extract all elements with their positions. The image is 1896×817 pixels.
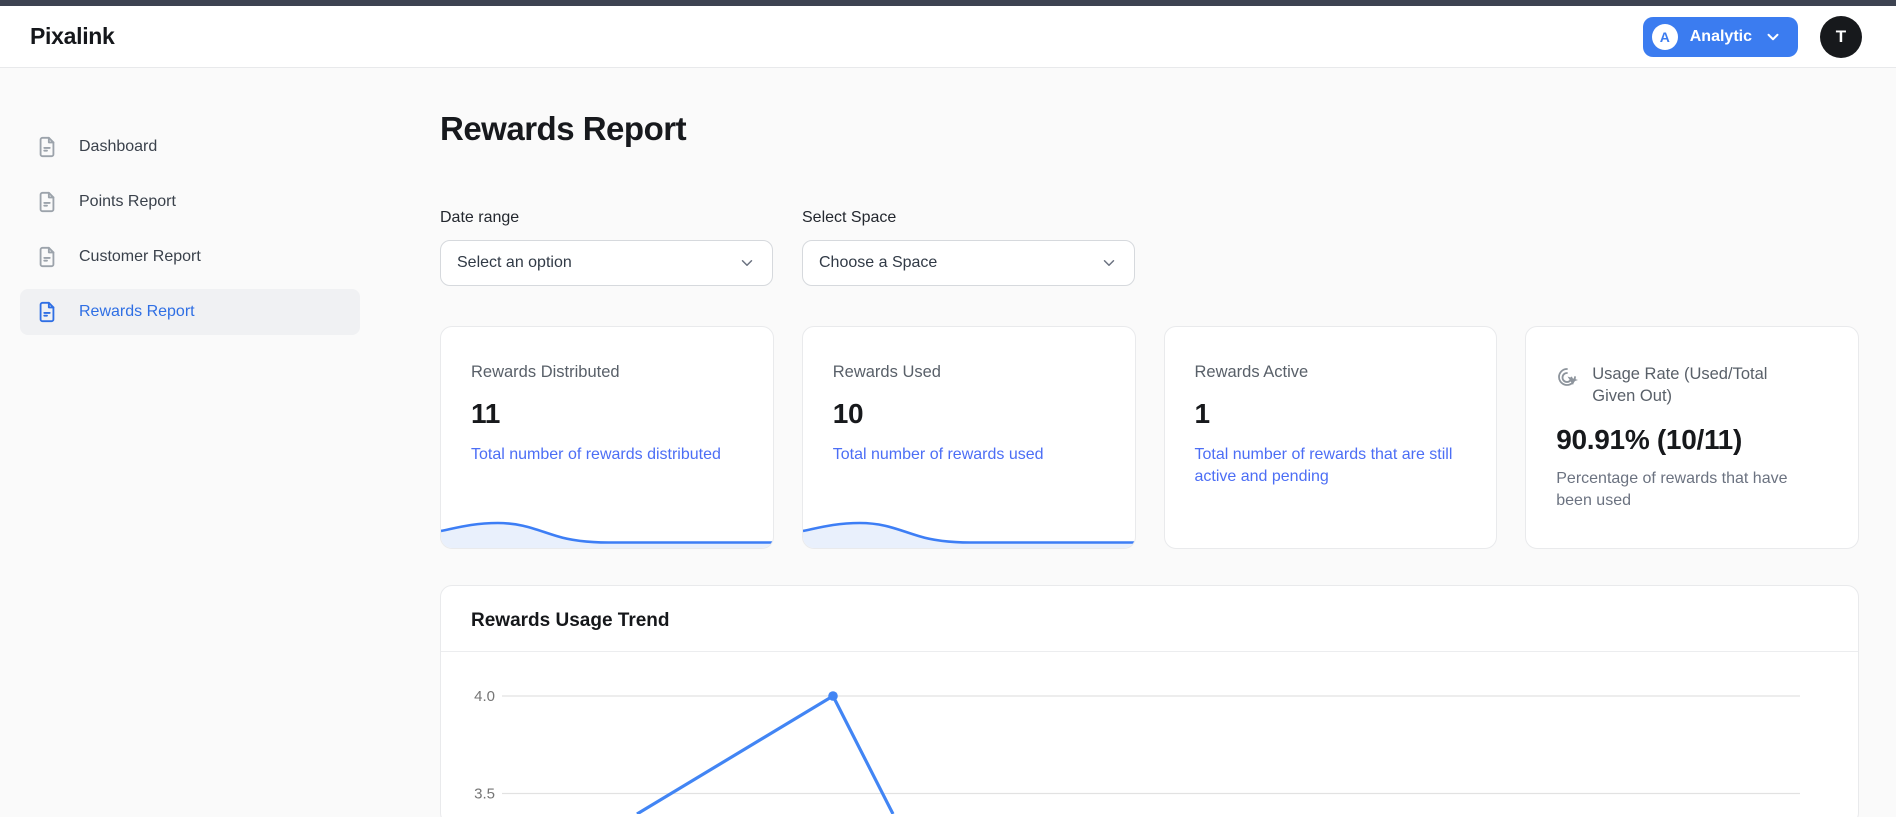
workspace-switcher-button[interactable]: A Analytic (1642, 16, 1798, 57)
stat-value: 10 (832, 398, 864, 429)
header-right-group: A Analytic T (1642, 15, 1862, 58)
user-avatar[interactable]: T (1820, 15, 1862, 58)
stat-description: Total number of rewards distributed (471, 446, 721, 463)
date-range-value: Select an option (457, 254, 572, 271)
app-header: Pixalink A Analytic T (0, 6, 1896, 68)
cursor-click-icon (1556, 365, 1580, 389)
stat-label: Rewards Distributed (471, 363, 620, 381)
chevron-down-icon (738, 254, 756, 272)
sidebar-item-label: Customer Report (79, 248, 201, 265)
stat-label: Rewards Used (832, 363, 941, 381)
stat-card-rewards-active: Rewards Active 1 Total number of rewards… (1163, 326, 1498, 549)
space-select[interactable]: Choose a Space (802, 240, 1135, 286)
sidebar-item-label: Rewards Report (79, 303, 195, 320)
brand-logo: Pixalink (30, 23, 115, 49)
date-range-select[interactable]: Select an option (440, 240, 773, 286)
document-icon (36, 191, 58, 213)
stat-cards-row: Rewards Distributed 11 Total number of r… (440, 326, 1859, 549)
sidebar-item-rewards-report[interactable]: Rewards Report (20, 289, 360, 335)
date-range-filter: Date range Select an option (440, 209, 773, 286)
sidebar-item-customer-report[interactable]: Customer Report (20, 234, 360, 280)
workspace-initial-badge: A (1651, 23, 1678, 50)
sparkline-chart (441, 521, 773, 548)
stat-card-rewards-used: Rewards Used 10 Total number of rewards … (801, 326, 1136, 549)
main-content: Rewards Report Date range Select an opti… (380, 68, 1896, 817)
y-tick-3_5: 3.5 (474, 786, 495, 803)
stat-label: Rewards Active (1194, 363, 1309, 381)
stat-description: Total number of rewards used (832, 446, 1044, 463)
space-label: Select Space (802, 209, 897, 226)
chevron-down-icon (1100, 254, 1118, 272)
sparkline-chart (802, 521, 1135, 548)
sidebar-nav: Dashboard Points Report Customer Report … (0, 68, 380, 817)
sidebar-item-points-report[interactable]: Points Report (20, 179, 360, 225)
stat-card-rewards-distributed: Rewards Distributed 11 Total number of r… (440, 326, 774, 549)
stat-label: Usage Rate (Used/Total Given Out) (1592, 365, 1768, 406)
stat-card-header: Usage Rate (Used/Total Given Out) (1556, 363, 1828, 408)
space-filter: Select Space Choose a Space (802, 209, 1135, 286)
rewards-usage-trend-chart: 4.0 3.5 (474, 688, 1800, 814)
stat-value: 90.91% (10/11) (1556, 423, 1742, 455)
chart-card-header: Rewards Usage Trend (441, 586, 1858, 652)
stat-value: 11 (471, 398, 500, 429)
chevron-down-icon (1764, 28, 1782, 46)
data-point-peak (828, 691, 838, 701)
stat-description: Total number of rewards that are still a… (1194, 446, 1453, 486)
sidebar-item-label: Dashboard (79, 138, 158, 155)
chart-title: Rewards Usage Trend (471, 610, 670, 631)
rewards-usage-trend-card: Rewards Usage Trend 4.0 3.5 (440, 585, 1859, 817)
stat-value: 1 (1194, 398, 1211, 429)
y-tick-4_0: 4.0 (474, 688, 495, 705)
filters-row: Date range Select an option Select Space… (440, 209, 1859, 286)
stat-card-usage-rate: Usage Rate (Used/Total Given Out) 90.91%… (1525, 326, 1859, 549)
document-icon (36, 301, 58, 323)
page-layout: Dashboard Points Report Customer Report … (0, 68, 1896, 817)
space-value: Choose a Space (819, 254, 938, 271)
sidebar-item-label: Points Report (79, 193, 176, 210)
stat-description: Percentage of rewards that have been use… (1556, 469, 1788, 509)
date-range-label: Date range (440, 209, 520, 226)
sidebar-item-dashboard[interactable]: Dashboard (20, 124, 360, 170)
page-title: Rewards Report (440, 110, 687, 147)
document-icon (36, 136, 58, 158)
document-icon (36, 246, 58, 268)
workspace-label: Analytic (1689, 27, 1752, 45)
